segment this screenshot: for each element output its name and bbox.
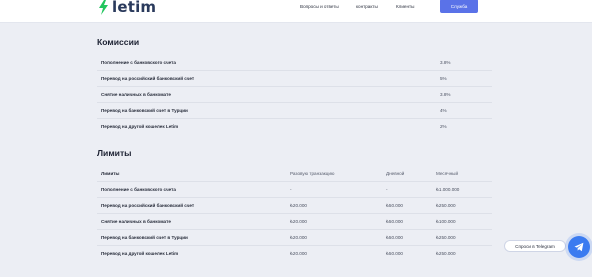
telegram-send-icon (574, 242, 584, 252)
top-header: letim Вопросы и ответы контракты Клиенты… (0, 0, 592, 23)
telegram-button[interactable] (568, 236, 590, 258)
logo[interactable]: letim (97, 0, 156, 15)
row-divider (97, 118, 492, 119)
limit-single-value: ₺20.000 (290, 235, 307, 240)
limit-row-label: Перевод на банковский счет в Турции (101, 235, 188, 240)
limit-daily-value: - (386, 187, 388, 192)
row-divider (97, 229, 492, 230)
row-divider (97, 86, 492, 87)
logo-bolt-icon (99, 0, 108, 15)
limit-row-label: Перевод на российский банковский счет (101, 203, 195, 208)
limit-daily-value: ₺50.000 (386, 203, 403, 208)
limit-daily-value: ₺50.000 (386, 251, 403, 256)
commissions-title: Комиссии (97, 37, 140, 47)
row-divider (97, 245, 492, 246)
commission-row-label: Перевод на банковский счет в Турции (101, 108, 188, 113)
limit-row-label: Пополнение с банковского счета (101, 187, 176, 192)
limits-header-label: Лимиты (101, 171, 120, 176)
commission-row-label: Перевод на российский банковский счет (101, 76, 195, 81)
limits-title: Лимиты (97, 148, 132, 158)
nav-clients-link[interactable]: Клиенты (396, 4, 414, 9)
limits-header-daily: Дневной (386, 171, 405, 176)
limits-header-single: Разовую транзакцию (290, 171, 335, 176)
row-divider (97, 181, 492, 182)
commission-row-value: 3.8% (440, 60, 451, 65)
commission-row-value: 3.8% (440, 92, 451, 97)
limit-monthly-value: ₺1.000.000 (436, 187, 460, 192)
limit-single-value: ₺20.000 (290, 251, 307, 256)
limit-row-label: Перевод на другой кошелек Letim (101, 251, 179, 256)
row-divider (97, 102, 492, 103)
limits-header-monthly: Месячный (436, 171, 459, 176)
nav-faq-link[interactable]: Вопросы и ответы (300, 4, 339, 9)
logo-text: letim (112, 0, 157, 16)
commission-row-label: Снятие наличных в банкомате (101, 92, 171, 97)
limit-daily-value: ₺50.000 (386, 219, 403, 224)
limit-row-label: Снятие наличных в банкомате (101, 219, 171, 224)
limit-single-value: ₺20.000 (290, 219, 307, 224)
limit-monthly-value: ₺250.000 (436, 251, 456, 256)
row-divider (97, 70, 492, 71)
telegram-ask-label[interactable]: Спроси в Telegram (504, 240, 566, 252)
commission-row-label: Перевод на другой кошелек Letim (101, 124, 179, 129)
limit-monthly-value: ₺250.000 (436, 235, 456, 240)
row-divider (97, 197, 492, 198)
limit-daily-value: ₺50.000 (386, 235, 403, 240)
commission-row-label: Пополнение с банковского счета (101, 60, 176, 65)
commission-row-value: 4% (440, 108, 447, 113)
commission-row-value: 2% (440, 124, 447, 129)
limit-monthly-value: ₺100.000 (436, 219, 456, 224)
limit-single-value: - (290, 187, 292, 192)
help-button[interactable]: Служба (440, 0, 478, 13)
nav-contacts-link[interactable]: контракты (356, 4, 378, 9)
row-divider (97, 213, 492, 214)
commission-row-value: 5% (440, 76, 447, 81)
limit-monthly-value: ₺250.000 (436, 203, 456, 208)
limit-single-value: ₺20.000 (290, 203, 307, 208)
